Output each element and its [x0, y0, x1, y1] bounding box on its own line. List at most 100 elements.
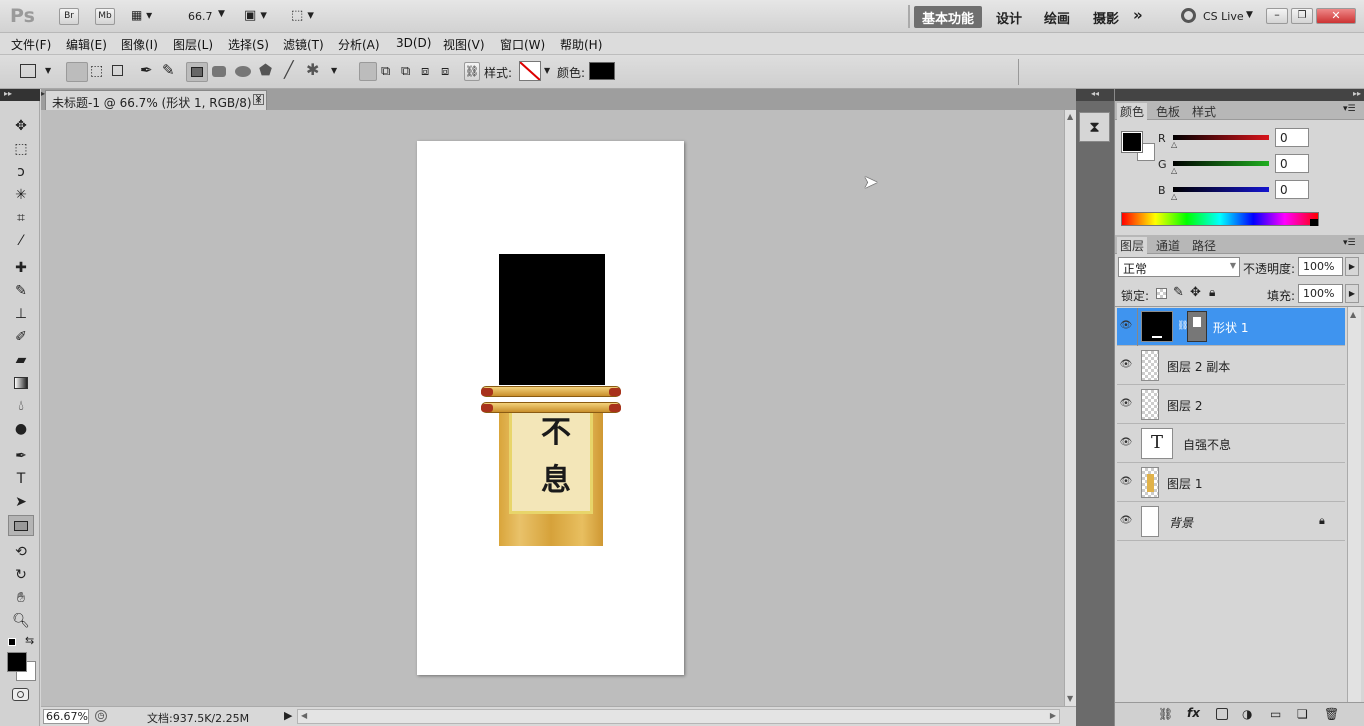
arrange-documents-button[interactable]: ▣ ▾: [244, 8, 267, 23]
lasso-tool-icon[interactable]: ↄ: [8, 161, 34, 182]
type-tool-icon[interactable]: T: [8, 468, 34, 489]
horizontal-scrollbar[interactable]: ◀ ▶: [297, 709, 1060, 724]
link-style-icon[interactable]: ⛓: [464, 62, 480, 81]
custom-shape-icon[interactable]: ✱: [306, 60, 319, 79]
ellipse-icon[interactable]: [235, 66, 251, 77]
menu-help[interactable]: 帮助(H): [560, 36, 602, 53]
more-workspaces-icon[interactable]: »: [1133, 6, 1143, 24]
tab-color[interactable]: 颜色: [1117, 103, 1148, 120]
workspace-design[interactable]: 设计: [988, 6, 1030, 28]
scroll-up-icon[interactable]: ▲: [1067, 112, 1073, 121]
fill-field[interactable]: 100%: [1298, 284, 1343, 303]
layer-row-shape-1[interactable]: 👁︎ ⛓ 形状 1: [1117, 308, 1345, 346]
menu-edit[interactable]: 编辑(E): [66, 36, 107, 53]
canvas-area[interactable]: 不 息 ➤: [41, 110, 1064, 706]
3d-rotate-tool-icon[interactable]: ⟲: [8, 541, 34, 562]
red-slider-handle-icon[interactable]: △: [1171, 140, 1177, 149]
eyedropper-tool-icon[interactable]: ⁄: [8, 230, 34, 251]
path-selection-tool-icon[interactable]: ➤: [8, 491, 34, 512]
exclude-shape-area-icon[interactable]: ⧈: [441, 64, 449, 79]
rectangle-tool-icon[interactable]: [8, 515, 34, 536]
shape-layers-button[interactable]: [66, 62, 88, 82]
quick-selection-tool-icon[interactable]: ✳: [8, 184, 34, 205]
freeform-pen-icon[interactable]: ✎: [162, 61, 175, 79]
red-slider[interactable]: [1173, 135, 1269, 140]
menu-window[interactable]: 窗口(W): [500, 36, 545, 53]
style-swatch[interactable]: [519, 61, 541, 81]
gradient-tool-icon[interactable]: [8, 372, 34, 393]
mini-bridge-button[interactable]: Mb: [95, 8, 115, 25]
dock-expand-icon[interactable]: ◂◂: [1076, 89, 1114, 101]
layers-scrollbar[interactable]: ▲: [1347, 307, 1361, 705]
green-slider[interactable]: [1173, 161, 1269, 166]
swap-colors-icon[interactable]: ⇆: [25, 634, 34, 647]
green-slider-handle-icon[interactable]: △: [1171, 166, 1177, 175]
cs-live-dropdown-icon[interactable]: ▼: [1246, 10, 1253, 20]
visibility-eye-icon[interactable]: 👁︎: [1119, 359, 1133, 371]
green-value-field[interactable]: 0: [1275, 154, 1309, 173]
lock-image-icon[interactable]: ✎: [1173, 285, 1184, 300]
intersect-shape-area-icon[interactable]: ⧈: [421, 64, 429, 79]
blur-tool-icon[interactable]: 💧︎: [8, 395, 34, 416]
pen-tool-icon[interactable]: ✒: [8, 445, 34, 466]
fill-pixels-icon[interactable]: [112, 65, 123, 76]
menu-layer[interactable]: 图层(L): [173, 36, 213, 53]
visibility-eye-icon[interactable]: 👁︎: [1119, 476, 1133, 488]
lock-position-icon[interactable]: ✥: [1190, 285, 1201, 300]
menu-image[interactable]: 图像(I): [121, 36, 158, 53]
layer-row-layer-2-copy[interactable]: 👁︎ 图层 2 副本: [1117, 347, 1345, 385]
blend-mode-select[interactable]: 正常 ▼: [1118, 257, 1240, 277]
menu-analysis[interactable]: 分析(A): [338, 36, 380, 53]
layers-panel-menu-icon[interactable]: ▾☰: [1343, 238, 1356, 248]
history-brush-tool-icon[interactable]: ✐: [8, 326, 34, 347]
workspace-essentials[interactable]: 基本功能: [914, 6, 983, 28]
marquee-tool-icon[interactable]: ⬚: [8, 138, 34, 159]
blue-value-field[interactable]: 0: [1275, 180, 1309, 199]
eraser-tool-icon[interactable]: ▰: [8, 349, 34, 370]
document-tab[interactable]: 未标题-1 @ 66.7% (形状 1, RGB/8) * ✕: [45, 90, 267, 110]
tab-channels[interactable]: 通道: [1153, 237, 1183, 254]
layer-row-text[interactable]: 👁︎ T 自强不息: [1117, 425, 1345, 463]
healing-brush-tool-icon[interactable]: ✚: [8, 257, 34, 278]
panels-collapse-icon[interactable]: ▸▸: [1115, 89, 1364, 101]
move-tool-icon[interactable]: ✥: [8, 115, 34, 136]
color-spectrum-bar[interactable]: [1121, 212, 1319, 226]
status-info-icon[interactable]: ◷: [95, 710, 107, 722]
close-tab-icon[interactable]: ✕: [253, 94, 264, 105]
paths-icon[interactable]: ⬚: [90, 63, 103, 79]
color-foreground-swatch[interactable]: [1121, 131, 1143, 153]
minimize-button[interactable]: –: [1266, 8, 1288, 24]
visibility-eye-icon[interactable]: 👁︎: [1119, 320, 1133, 332]
rounded-rectangle-icon[interactable]: [212, 66, 226, 77]
new-group-icon[interactable]: ▭: [1270, 707, 1281, 721]
menu-select[interactable]: 选择(S): [228, 36, 269, 53]
workspace-photography[interactable]: 摄影: [1085, 6, 1127, 28]
tool-preset-dropdown-icon[interactable]: ▼: [45, 66, 51, 75]
crop-tool-icon[interactable]: ⌗: [8, 207, 34, 228]
menu-view[interactable]: 视图(V): [443, 36, 485, 53]
layers-scroll-up-icon[interactable]: ▲: [1350, 310, 1356, 319]
status-menu-arrow-icon[interactable]: ▶: [284, 709, 292, 722]
layer-row-background[interactable]: 👁︎ 背景 🔒︎: [1117, 503, 1345, 541]
blue-slider[interactable]: [1173, 187, 1269, 192]
3d-orbit-tool-icon[interactable]: ↻: [8, 564, 34, 585]
fill-slider-arrow-icon[interactable]: ▶: [1345, 284, 1359, 303]
link-layers-icon[interactable]: ⛓: [1158, 707, 1173, 721]
menu-3d[interactable]: 3D(D): [396, 36, 431, 50]
quick-mask-icon[interactable]: [12, 688, 29, 701]
bridge-button[interactable]: Br: [59, 8, 79, 25]
red-value-field[interactable]: 0: [1275, 128, 1309, 147]
color-panel-menu-icon[interactable]: ▾☰: [1343, 104, 1356, 114]
lock-transparent-icon[interactable]: [1156, 288, 1167, 299]
geometry-options-dropdown-icon[interactable]: ▼: [331, 66, 337, 75]
layer-row-layer-2[interactable]: 👁︎ 图层 2: [1117, 386, 1345, 424]
default-colors-icon[interactable]: [8, 638, 16, 646]
visibility-eye-icon[interactable]: 👁︎: [1119, 398, 1133, 410]
restore-button[interactable]: ❐: [1291, 8, 1313, 24]
adjustment-layer-icon[interactable]: ◑: [1242, 707, 1252, 721]
scroll-right-icon[interactable]: ▶: [1050, 711, 1056, 720]
zoom-level[interactable]: 66.7: [188, 10, 213, 23]
lock-all-icon[interactable]: 🔒︎: [1209, 285, 1215, 300]
line-icon[interactable]: ╱: [284, 60, 294, 79]
close-button[interactable]: ✕: [1316, 8, 1356, 24]
